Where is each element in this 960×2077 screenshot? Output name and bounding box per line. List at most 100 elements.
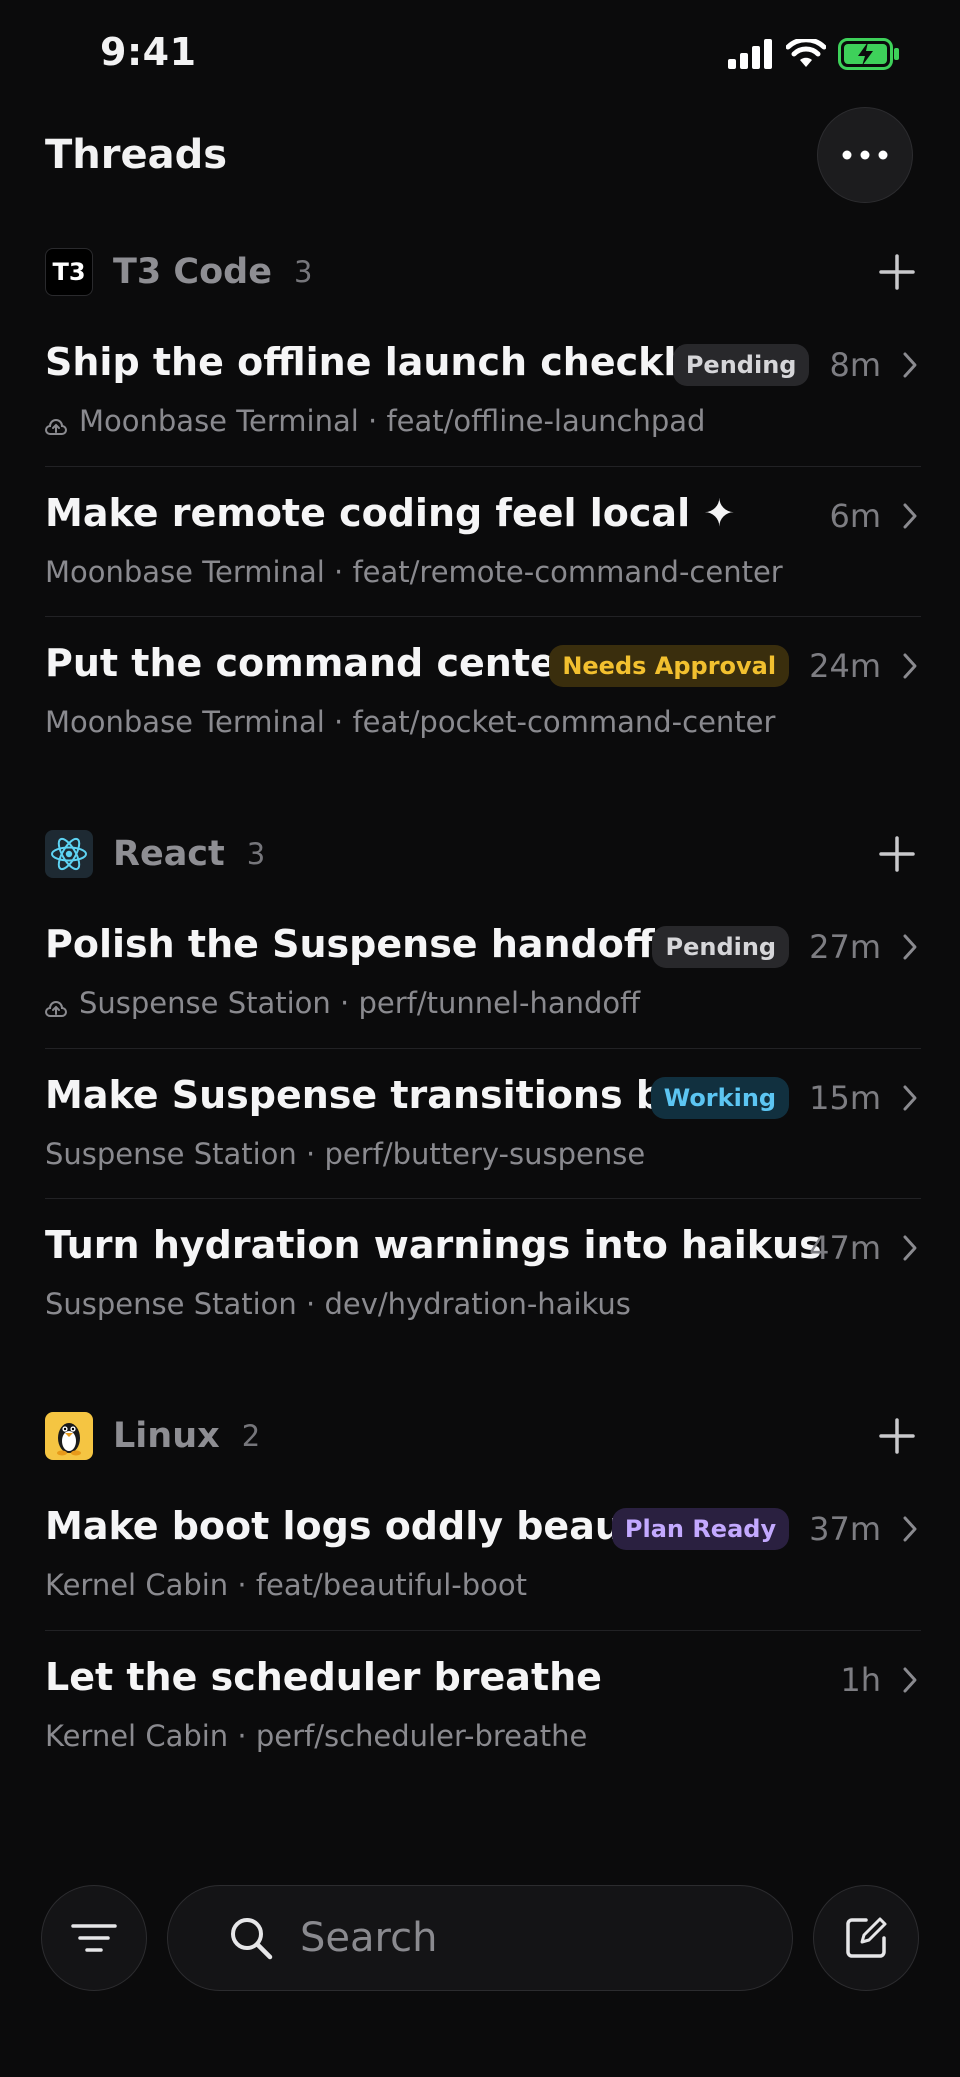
status-badge: Working — [650, 1077, 790, 1119]
thread-row[interactable]: Let the scheduler breathe 1h Kernel Cabi… — [45, 1630, 921, 1780]
thread-time: 8m — [829, 346, 881, 384]
group-count: 3 — [246, 837, 266, 871]
add-thread-button[interactable] — [873, 830, 921, 878]
compose-icon — [846, 1917, 887, 1958]
thread-subtitle: Suspense Station · dev/hydration-haikus — [45, 1287, 631, 1321]
add-thread-button[interactable] — [873, 1412, 921, 1460]
compose-button[interactable] — [813, 1885, 919, 1991]
search-icon — [231, 1918, 273, 1960]
thread-meta: 47m — [809, 1223, 921, 1273]
group-name: React — [113, 834, 225, 874]
thread-title: Ship the offline launch checkli… — [45, 340, 728, 384]
group-count: 2 — [241, 1419, 261, 1453]
thread-row[interactable]: Turn hydration warnings into haikus 47m … — [45, 1198, 921, 1348]
thread-subtitle-text: Kernel Cabin · feat/beautiful-boot — [45, 1568, 528, 1602]
chevron-right-icon — [899, 348, 921, 382]
status-icons — [728, 36, 900, 72]
thread-groups: T3 T3 Code 3 Ship the offline launch che… — [45, 242, 921, 1838]
chevron-right-icon — [899, 1231, 921, 1265]
react-logo-icon — [45, 830, 93, 878]
thread-subtitle-text: Moonbase Terminal · feat/pocket-command-… — [45, 705, 776, 739]
thread-subtitle: Moonbase Terminal · feat/pocket-command-… — [45, 705, 775, 739]
chevron-right-icon — [899, 1081, 921, 1115]
thread-title: Put the command cente… — [45, 641, 594, 685]
thread-meta: 6m — [829, 491, 921, 541]
group-react: React 3 Polish the Suspense handoff… Pen… — [45, 824, 921, 1348]
group-header: React 3 — [45, 824, 921, 884]
status-badge: Pending — [672, 344, 810, 386]
thread-meta: Needs Approval 24m — [549, 641, 921, 691]
wifi-icon — [786, 39, 826, 67]
thread-title: Turn hydration warnings into haikus — [45, 1223, 822, 1267]
thread-row[interactable]: Make Suspense transitions b… Working 15m… — [45, 1048, 921, 1198]
cellular-signal-icon — [728, 39, 772, 69]
thread-row[interactable]: Make remote coding feel local ✦ 6m Moonb… — [45, 466, 921, 616]
group-count: 3 — [293, 255, 313, 289]
thread-title: Make boot logs oddly beau… — [45, 1504, 660, 1548]
group-t3-code: T3 T3 Code 3 Ship the offline launch che… — [45, 242, 921, 766]
plus-icon — [879, 836, 915, 872]
thread-time: 15m — [809, 1079, 881, 1117]
thread-subtitle-text: Suspense Station · perf/tunnel-handoff — [79, 986, 641, 1020]
thread-subtitle-text: Moonbase Terminal · feat/offline-launchp… — [79, 404, 706, 438]
group-header: T3 T3 Code 3 — [45, 242, 921, 302]
search-placeholder: Search — [300, 1915, 438, 1961]
status-time: 9:41 — [100, 30, 197, 74]
chevron-right-icon — [899, 499, 921, 533]
more-options-button[interactable] — [817, 107, 913, 203]
thread-row[interactable]: Polish the Suspense handoff… Pending 27m… — [45, 898, 921, 1048]
thread-subtitle-text: Suspense Station · perf/buttery-suspense — [45, 1137, 646, 1171]
thread-meta: Plan Ready 37m — [611, 1504, 921, 1554]
plus-icon — [879, 1418, 915, 1454]
chevron-right-icon — [899, 1663, 921, 1697]
thread-subtitle: Moonbase Terminal · feat/remote-command-… — [45, 555, 783, 589]
linux-penguin-icon — [45, 1412, 93, 1460]
thread-subtitle: Kernel Cabin · perf/scheduler-breathe — [45, 1719, 587, 1753]
thread-time: 24m — [809, 647, 881, 685]
filter-lines-icon — [71, 1924, 117, 1952]
thread-subtitle-text: Moonbase Terminal · feat/remote-command-… — [45, 555, 783, 589]
bottom-toolbar: Search — [0, 1883, 960, 1993]
search-input[interactable]: Search — [167, 1885, 793, 1991]
filter-button[interactable] — [41, 1885, 147, 1991]
cloud-upload-icon — [45, 410, 67, 435]
group-header: Linux 2 — [45, 1406, 921, 1466]
thread-meta: Pending 8m — [672, 340, 921, 390]
thread-subtitle-text: Kernel Cabin · perf/scheduler-breathe — [45, 1719, 588, 1753]
thread-time: 6m — [829, 497, 881, 535]
thread-row[interactable]: Put the command cente… Needs Approval 24… — [45, 616, 921, 766]
thread-time: 37m — [809, 1510, 881, 1548]
thread-title: Polish the Suspense handoff… — [45, 922, 693, 966]
thread-meta: 1h — [840, 1655, 921, 1705]
group-linux: Linux 2 Make boot logs oddly beau… Plan … — [45, 1406, 921, 1780]
thread-subtitle: Suspense Station · perf/buttery-suspense — [45, 1137, 645, 1171]
chevron-right-icon — [899, 649, 921, 683]
cloud-upload-icon — [45, 992, 67, 1017]
page-title: Threads — [45, 132, 228, 178]
thread-time: 27m — [809, 928, 881, 966]
group-name: Linux — [113, 1416, 220, 1456]
thread-time: 1h — [840, 1661, 881, 1699]
thread-row[interactable]: Ship the offline launch checkli… Pending… — [45, 316, 921, 466]
thread-subtitle-text: Suspense Station · dev/hydration-haikus — [45, 1287, 631, 1321]
thread-title: Make remote coding feel local ✦ — [45, 491, 736, 535]
thread-row[interactable]: Make boot logs oddly beau… Plan Ready 37… — [45, 1480, 921, 1630]
thread-subtitle: Moonbase Terminal · feat/offline-launchp… — [45, 404, 705, 438]
thread-time: 47m — [809, 1229, 881, 1267]
thread-subtitle: Kernel Cabin · feat/beautiful-boot — [45, 1568, 527, 1602]
plus-icon — [879, 254, 915, 290]
group-name: T3 Code — [113, 252, 272, 292]
thread-title: Let the scheduler breathe — [45, 1655, 602, 1699]
status-bar: 9:41 — [0, 0, 960, 110]
t3-logo-label: T3 — [52, 258, 86, 286]
status-badge: Pending — [652, 926, 790, 968]
status-badge: Plan Ready — [611, 1508, 790, 1550]
thread-meta: Pending 27m — [652, 922, 921, 972]
ellipsis-icon — [842, 150, 888, 160]
add-thread-button[interactable] — [873, 248, 921, 296]
thread-title: Make Suspense transitions b… — [45, 1073, 702, 1117]
t3-logo-icon: T3 — [45, 248, 93, 296]
thread-subtitle: Suspense Station · perf/tunnel-handoff — [45, 986, 640, 1020]
status-badge: Needs Approval — [549, 645, 790, 687]
chevron-right-icon — [899, 1512, 921, 1546]
